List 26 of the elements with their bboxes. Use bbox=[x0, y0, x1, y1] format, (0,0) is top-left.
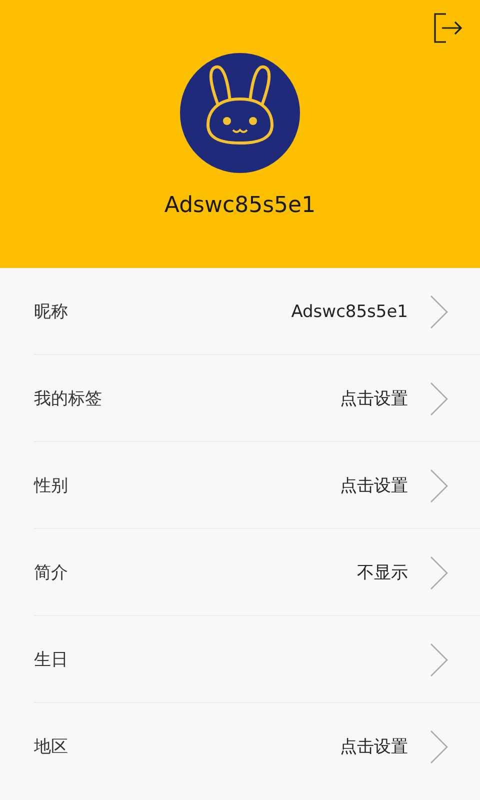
settings-row[interactable]: 我的标签 点击设置 bbox=[0, 355, 480, 442]
settings-row[interactable]: 简介 不显示 bbox=[0, 529, 480, 616]
chevron-icon bbox=[430, 556, 448, 590]
chevron-icon bbox=[430, 642, 448, 676]
row-label: 简介 bbox=[34, 562, 69, 584]
row-label: 性别 bbox=[34, 475, 69, 497]
row-value: 点击设置 bbox=[340, 388, 408, 410]
chevron-icon bbox=[430, 730, 448, 764]
chevron-icon bbox=[430, 382, 448, 416]
settings-row[interactable]: 地区 点击设置 bbox=[0, 703, 480, 790]
row-value: 不显示 bbox=[357, 562, 408, 584]
settings-row[interactable]: 生日 bbox=[0, 616, 480, 703]
row-label: 我的标签 bbox=[34, 388, 103, 410]
username: Adswc85s5e1 bbox=[164, 193, 316, 218]
row-label: 生日 bbox=[34, 649, 69, 671]
logout-icon bbox=[434, 13, 462, 43]
row-value: Adswc85s5e1 bbox=[291, 302, 408, 322]
row-label: 地区 bbox=[34, 736, 69, 758]
settings-row[interactable]: 昵称 Adswc85s5e1 bbox=[0, 268, 480, 355]
row-label: 昵称 bbox=[34, 301, 69, 323]
logout-button[interactable] bbox=[432, 12, 464, 44]
chevron-icon bbox=[430, 294, 448, 328]
settings-row[interactable]: 性别 点击设置 bbox=[0, 442, 480, 529]
row-value: 点击设置 bbox=[340, 736, 408, 758]
row-value: 点击设置 bbox=[340, 475, 408, 497]
chevron-icon bbox=[430, 468, 448, 502]
